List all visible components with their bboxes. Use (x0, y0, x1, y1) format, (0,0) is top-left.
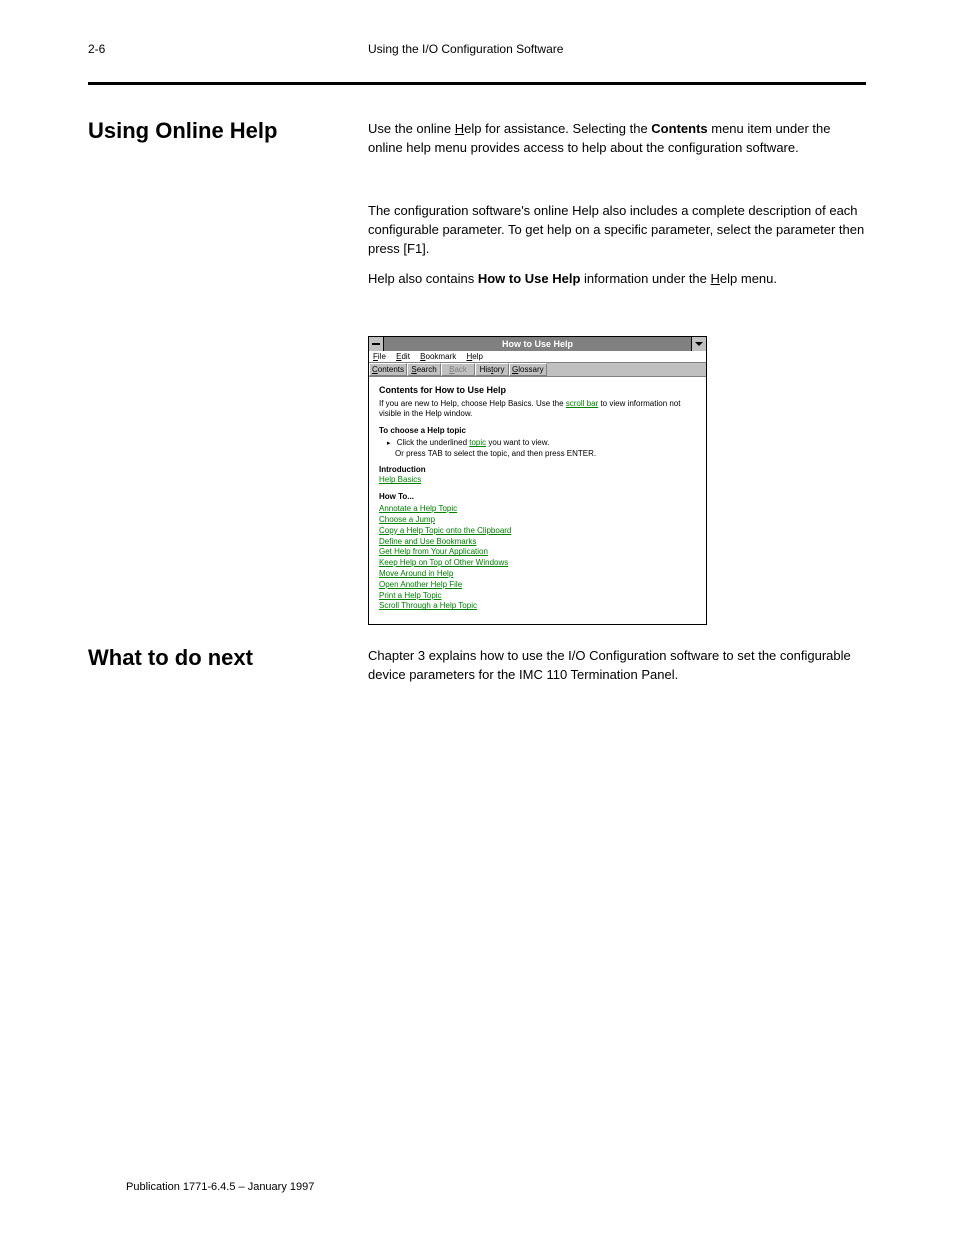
how-to-link[interactable]: Copy a Help Topic onto the Clipboard (379, 526, 511, 535)
help-intro-text: If you are new to Help, choose Help Basi… (379, 399, 696, 420)
menu-help[interactable]: Help (466, 352, 482, 361)
choose-line-2: Or press TAB to select the topic, and th… (395, 449, 696, 459)
how-to-link[interactable]: Get Help from Your Application (379, 547, 488, 556)
help-content: Contents for How to Use Help If you are … (369, 377, 706, 624)
paragraph-3: Help also contains How to Use Help infor… (368, 270, 868, 289)
topic-link[interactable]: topic (469, 438, 486, 447)
help-basics-link[interactable]: Help Basics (379, 475, 421, 484)
list-item: Define and Use Bookmarks (379, 537, 696, 548)
toolbar-back[interactable]: Back (441, 363, 475, 376)
how-to-link[interactable]: Annotate a Help Topic (379, 504, 457, 513)
minimize-icon[interactable] (691, 337, 706, 351)
how-to-link[interactable]: Open Another Help File (379, 580, 462, 589)
list-item: Scroll Through a Help Topic (379, 601, 696, 612)
toolbar-contents[interactable]: Contents (369, 363, 407, 376)
toolbar-history[interactable]: History (475, 363, 509, 376)
help-window-titlebar[interactable]: How to Use Help (369, 337, 706, 351)
section-heading-using-online-help: Using Online Help (88, 118, 277, 144)
toolbar-glossary[interactable]: Glossary (509, 363, 547, 376)
introduction-heading: Introduction (379, 465, 696, 475)
how-to-link[interactable]: Move Around in Help (379, 569, 453, 578)
section-heading-what-to-do-next: What to do next (88, 645, 253, 671)
help-menubar: File Edit Bookmark Help (369, 351, 706, 363)
list-item: Keep Help on Top of Other Windows (379, 558, 696, 569)
list-item: Open Another Help File (379, 580, 696, 591)
choose-line-1: Click the underlined topic you want to v… (387, 438, 696, 448)
paragraph-2: The configuration software's online Help… (368, 202, 868, 259)
help-window-title: How to Use Help (502, 339, 573, 349)
publication-footer: Publication 1771-6.4.5 – January 1997 (126, 1181, 314, 1193)
list-item: Get Help from Your Application (379, 547, 696, 558)
help-content-heading: Contents for How to Use Help (379, 385, 696, 395)
how-to-link[interactable]: Define and Use Bookmarks (379, 537, 476, 546)
scroll-bar-link[interactable]: scroll bar (566, 399, 598, 408)
how-to-list: Annotate a Help Topic Choose a Jump Copy a… (379, 504, 696, 612)
menu-bookmark[interactable]: Bookmark (420, 352, 456, 361)
how-to-heading: How To... (379, 492, 696, 502)
menu-edit[interactable]: Edit (396, 352, 410, 361)
list-item: Choose a Jump (379, 515, 696, 526)
list-item: Move Around in Help (379, 569, 696, 580)
how-to-link[interactable]: Keep Help on Top of Other Windows (379, 558, 508, 567)
help-toolbar: Contents Search Back History Glossary (369, 363, 706, 377)
how-to-link[interactable]: Scroll Through a Help Topic (379, 601, 477, 610)
list-item: Annotate a Help Topic (379, 504, 696, 515)
chapter-title: Using the I/O Configuration Software (368, 42, 563, 56)
toolbar-search[interactable]: Search (407, 363, 441, 376)
page-number: 2-6 (88, 42, 105, 56)
horizontal-rule (88, 82, 866, 85)
to-choose-heading: To choose a Help topic (379, 426, 696, 436)
help-window: How to Use Help File Edit Bookmark Help … (368, 336, 707, 625)
how-to-link[interactable]: Print a Help Topic (379, 591, 442, 600)
how-to-link[interactable]: Choose a Jump (379, 515, 435, 524)
paragraph-4: Chapter 3 explains how to use the I/O Co… (368, 647, 868, 685)
list-item: Copy a Help Topic onto the Clipboard (379, 526, 696, 537)
list-item: Print a Help Topic (379, 591, 696, 602)
system-menu-icon[interactable] (369, 337, 384, 351)
menu-file[interactable]: File (373, 352, 386, 361)
paragraph-1: Use the online Help for assistance. Sele… (368, 120, 868, 158)
